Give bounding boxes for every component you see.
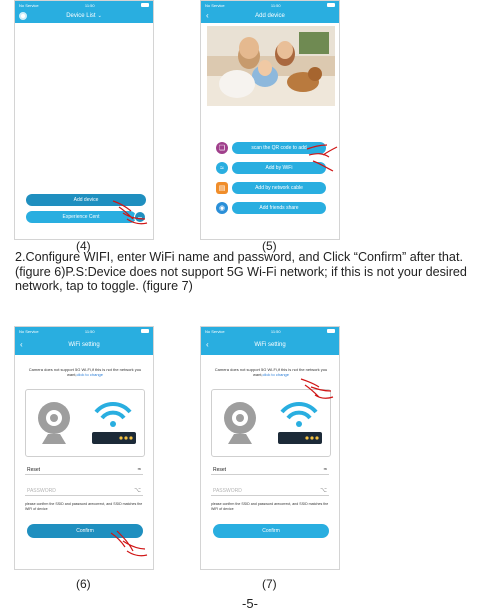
time-text: 11:50 <box>270 2 281 8</box>
add-by-cable-label: Add by network cable <box>255 185 303 191</box>
wifi-icon: ≈ <box>323 466 327 473</box>
device-list-title[interactable]: Device List <box>66 13 95 19</box>
camera-router-illustration <box>25 389 145 457</box>
battery-icon <box>327 3 335 7</box>
time-text: 11:50 <box>84 328 95 334</box>
password-placeholder: PASSWORD <box>213 487 242 494</box>
add-by-wifi-label: Add by WiFi <box>265 165 293 171</box>
scan-qr-label: scan the QR code to add <box>251 145 307 151</box>
hint-text: please confirm the SSID and password are… <box>211 502 329 511</box>
add-friends-share-button[interactable]: Add friends share <box>232 202 326 214</box>
wifi-notice-text: Camera does not support 5G Wi-Fi,if this… <box>25 367 145 377</box>
hand-pointer-icon <box>306 144 338 172</box>
ssid-field[interactable]: Reset ≈ <box>211 465 329 475</box>
ssid-value: Reset <box>27 466 41 473</box>
carrier-text: No Service <box>19 328 39 334</box>
wifi-setting-title: WiFi setting <box>68 342 100 348</box>
password-field[interactable]: PASSWORD ⌥ <box>25 486 143 496</box>
add-friends-share-label: Add friends share <box>259 205 299 211</box>
eye-icon[interactable]: ⌥ <box>134 487 141 494</box>
battery-icon <box>141 3 149 7</box>
confirm-label: Confirm <box>76 528 94 534</box>
wifi-icon[interactable]: ≈ <box>216 162 228 174</box>
screen-wifi-setting-7: No Service 11:50 ‹ WiFi setting Camera d… <box>200 326 340 570</box>
hand-pointer-icon <box>112 200 148 225</box>
carrier-text: No Service <box>205 328 225 334</box>
status-bar: No Service 11:50 <box>201 327 339 335</box>
battery-icon <box>327 329 335 333</box>
wifi-icon: ≈ <box>137 466 141 473</box>
carrier-text: No Service <box>19 2 39 8</box>
status-bar: No Service 11:50 <box>15 1 153 9</box>
share-globe-icon[interactable]: ◉ <box>216 202 228 214</box>
password-placeholder: PASSWORD <box>27 487 56 494</box>
back-arrow-icon[interactable]: ‹ <box>206 11 209 21</box>
hand-pointer-icon <box>110 530 148 557</box>
instructions-paragraph: 2.Configure WIFI, enter WiFi name and pa… <box>15 250 467 293</box>
ssid-field[interactable]: Reset ≈ <box>25 465 143 475</box>
nav-bar: Device List ⌄ <box>15 9 153 23</box>
confirm-button[interactable]: Confirm <box>213 524 329 538</box>
click-to-change-link[interactable]: click to change <box>263 372 289 377</box>
time-text: 11:50 <box>84 2 95 8</box>
ssid-value: Reset <box>213 466 227 473</box>
qr-code-icon[interactable]: ❏ <box>216 142 228 154</box>
page-number: -5- <box>242 596 258 611</box>
password-field[interactable]: PASSWORD ⌥ <box>211 486 329 496</box>
figure-caption-6: (6) <box>76 577 91 591</box>
add-by-cable-button[interactable]: Add by network cable <box>232 182 326 194</box>
back-arrow-icon[interactable]: ‹ <box>206 340 209 350</box>
wifi-setting-title: WiFi setting <box>254 342 286 348</box>
chevron-down-icon[interactable]: ⌄ <box>98 13 102 19</box>
add-device-title: Add device <box>255 13 285 19</box>
family-photo <box>207 26 335 106</box>
battery-icon <box>141 329 149 333</box>
hint-text: please confirm the SSID and password are… <box>25 502 143 511</box>
experience-label: Experience Cent <box>62 214 100 220</box>
click-to-change-link[interactable]: click to change <box>77 372 103 377</box>
network-cable-icon[interactable]: ▤ <box>216 182 228 194</box>
screen-add-device: No Service 11:50 ‹ Add device ❏ scan the… <box>200 0 340 240</box>
nav-bar: ‹ Add device <box>201 9 339 23</box>
hand-pointer-icon <box>300 378 334 399</box>
screen-wifi-setting-6: No Service 11:50 ‹ WiFi setting Camera d… <box>14 326 154 570</box>
screen-device-list: No Service 11:50 Device List ⌄ Add devic… <box>14 0 154 240</box>
nav-bar: ‹ WiFi setting <box>201 335 339 355</box>
camera-icon <box>38 401 136 444</box>
figure-caption-7: (7) <box>262 577 277 591</box>
confirm-label: Confirm <box>262 528 280 534</box>
time-text: 11:50 <box>270 328 281 334</box>
add-device-label: Add device <box>73 197 99 203</box>
status-bar: No Service 11:50 <box>201 1 339 9</box>
status-bar: No Service 11:50 <box>15 327 153 335</box>
user-avatar-icon[interactable] <box>19 12 27 20</box>
nav-bar: ‹ WiFi setting <box>15 335 153 355</box>
eye-icon[interactable]: ⌥ <box>320 487 327 494</box>
back-arrow-icon[interactable]: ‹ <box>20 340 23 350</box>
carrier-text: No Service <box>205 2 225 8</box>
